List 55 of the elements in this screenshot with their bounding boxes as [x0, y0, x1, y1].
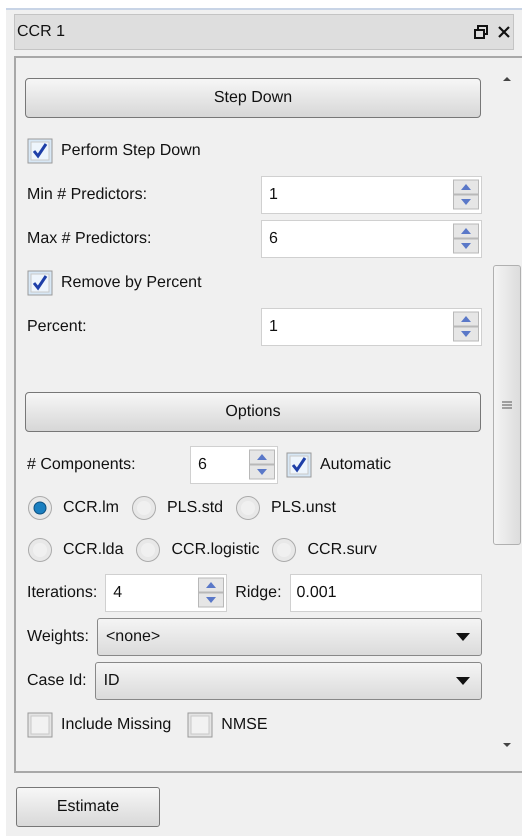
radio-label: PLS.std [167, 498, 224, 518]
spin-arrows-icon[interactable] [453, 311, 479, 343]
field-label: Percent: [27, 317, 88, 337]
spin-box[interactable]: 6 [190, 446, 278, 484]
field-label: # Components: [27, 455, 137, 475]
radio-button[interactable] [135, 537, 162, 563]
field-label: Iterations: [27, 583, 98, 603]
spin-arrows-icon[interactable] [249, 449, 275, 481]
field-label: Weights: [27, 627, 89, 647]
dropdown[interactable]: <none> [96, 618, 482, 656]
radio-button[interactable] [27, 537, 53, 563]
panel-title: CCR 1 [17, 22, 66, 42]
checkbox[interactable] [27, 270, 53, 296]
caret-icon [455, 676, 471, 686]
section-button[interactable]: Options [25, 392, 481, 432]
field-label: Min # Predictors: [27, 185, 148, 205]
field-label: Case Id: [27, 671, 87, 691]
field-label: Ridge: [235, 583, 282, 603]
input-field[interactable]: 0.001 [290, 574, 482, 612]
caret-icon [455, 632, 471, 642]
scroll-down-icon[interactable] [501, 741, 513, 749]
spin-arrows-icon[interactable] [198, 577, 224, 609]
radio-button[interactable] [235, 495, 262, 521]
radio-label: PLS.unst [271, 498, 336, 518]
radio-button[interactable] [131, 495, 157, 521]
checkbox-label: Perform Step Down [61, 141, 201, 161]
radio-label: CCR.lda [63, 540, 124, 560]
radio-label: CCR.logistic [171, 540, 260, 560]
restore-icon[interactable] [473, 24, 489, 40]
spin-arrows-icon[interactable] [453, 223, 479, 255]
checkbox[interactable] [286, 452, 312, 478]
radio-label: CCR.surv [307, 540, 377, 560]
spin-box[interactable]: 4 [105, 574, 228, 612]
radio-label: CCR.lm [63, 498, 119, 518]
checkbox-label: Include Missing [61, 715, 172, 735]
checkbox-label: NMSE [221, 715, 268, 735]
checkbox[interactable] [27, 138, 53, 164]
spin-box[interactable]: 1 [261, 308, 482, 346]
field-label: Max # Predictors: [27, 229, 152, 249]
checkbox[interactable] [187, 712, 214, 738]
spin-box[interactable]: 1 [261, 176, 482, 214]
spin-arrows-icon[interactable] [453, 179, 479, 211]
checkbox[interactable] [27, 712, 53, 738]
section-button[interactable]: Step Down [25, 78, 481, 118]
checkbox-label: Remove by Percent [61, 273, 202, 293]
grip-icon [502, 400, 512, 410]
radio-button[interactable] [271, 537, 298, 563]
dropdown[interactable]: ID [94, 662, 482, 700]
spin-box[interactable]: 6 [261, 220, 482, 258]
scroll-up-icon[interactable] [501, 74, 513, 82]
scrollbar-thumb[interactable] [493, 265, 521, 545]
estimate-button[interactable]: Estimate [16, 787, 160, 827]
radio-button[interactable] [27, 495, 53, 521]
checkbox-label: Automatic [320, 455, 392, 475]
close-icon[interactable] [497, 25, 511, 39]
